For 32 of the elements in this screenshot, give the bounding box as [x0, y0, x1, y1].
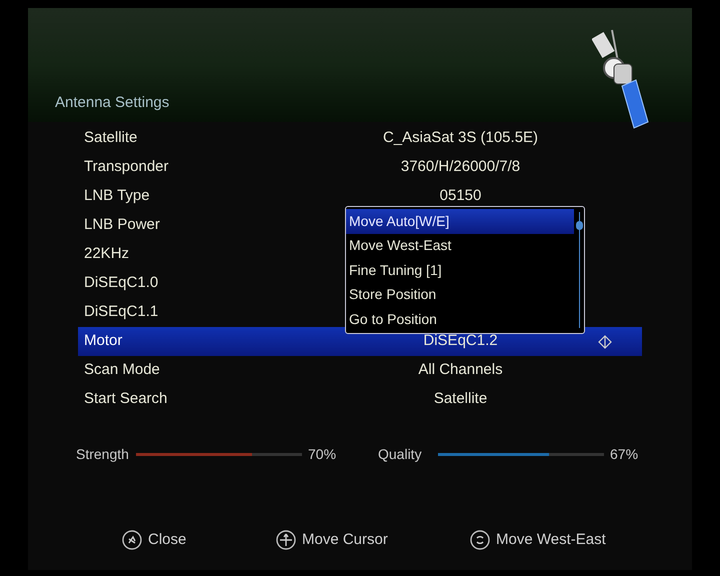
setting-value: 05150	[438, 186, 482, 206]
setting-value: 3760/H/26000/7/8	[400, 157, 522, 178]
setting-label[interactable]: Satellite	[84, 127, 284, 150]
setting-value: DiSEqC1.2	[422, 331, 499, 352]
menu-item[interactable]: Go to Position	[346, 307, 574, 332]
setting-value: Satellite	[432, 389, 488, 410]
hint-label: Close	[148, 530, 186, 550]
setting-label[interactable]: Motor	[84, 330, 284, 353]
meter-reading: 70%	[308, 445, 336, 464]
menu-item[interactable]: Fine Tuning [1]	[346, 258, 574, 282]
setting-value: All Channels	[417, 360, 504, 380]
option-arrows-icon	[598, 334, 612, 348]
meter-label: Quality	[378, 445, 423, 464]
menu-item[interactable]: Move West-East	[346, 234, 574, 258]
meter-reading: 67%	[610, 445, 638, 464]
menu-item[interactable]: Store Position	[346, 282, 574, 307]
setting-label[interactable]: DiSEqC1.0	[84, 272, 284, 295]
rotate-icon	[470, 530, 490, 550]
menu-item[interactable]: Move Auto[W/E]	[346, 209, 574, 234]
setting-label[interactable]: Start Search	[84, 388, 284, 411]
meter-label: Strength	[76, 445, 130, 464]
hint-label: Move Cursor	[302, 530, 388, 550]
setting-label[interactable]: DiSEqC1.1	[84, 301, 284, 324]
setting-label[interactable]: Transponder	[84, 156, 284, 179]
setting-label[interactable]: Scan Mode	[84, 359, 284, 382]
hint-label: Move West-East	[496, 530, 606, 550]
arrows-icon	[276, 530, 296, 550]
setting-value: C_AsiaSat 3S (105.5E)	[382, 128, 540, 148]
setting-label[interactable]: 22KHz	[84, 243, 284, 266]
setting-label[interactable]: LNB Type	[84, 185, 284, 208]
setting-label[interactable]: LNB Power	[84, 214, 284, 237]
window-title: Antenna Settings	[55, 92, 170, 112]
